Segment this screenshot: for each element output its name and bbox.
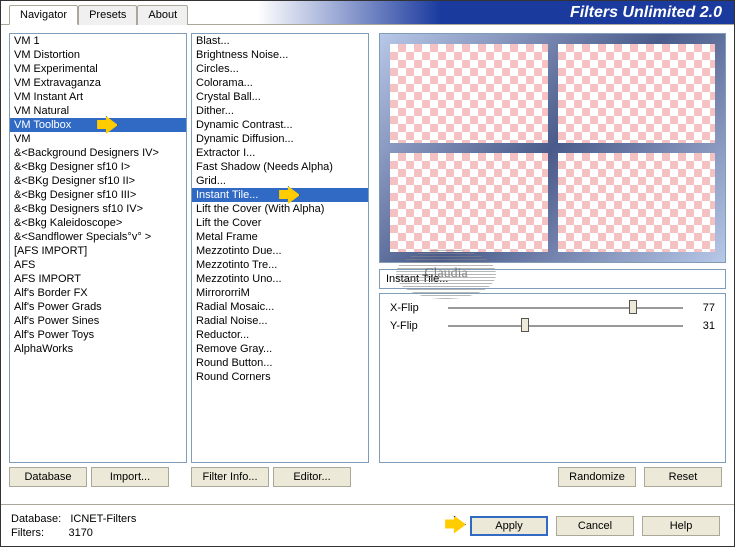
tab-navigator[interactable]: Navigator [9,5,78,25]
category-column: VM 1VM DistortionVM ExperimentalVM Extra… [9,33,187,487]
category-item[interactable]: &<Bkg Designer sf10 III> [10,188,186,202]
filter-item[interactable]: Mezzotinto Uno... [192,272,368,286]
filter-listbox[interactable]: Blast...Brightness Noise...Circles...Col… [191,33,369,463]
filter-item[interactable]: Crystal Ball... [192,90,368,104]
category-item[interactable]: [AFS IMPORT] [10,244,186,258]
database-button[interactable]: Database [9,467,87,487]
category-item[interactable]: AFS [10,258,186,272]
footer-info: Database: ICNET-Filters Filters: 3170 [11,512,444,540]
slider-row: X-Flip 77 [390,302,715,314]
category-item[interactable]: VM Natural [10,104,186,118]
preview-tile [558,153,716,252]
slider-track[interactable] [448,325,683,327]
category-item[interactable]: VM Distortion [10,48,186,62]
cancel-button[interactable]: Cancel [556,516,634,536]
category-item[interactable]: &<Sandflower Specials°v° > [10,230,186,244]
category-item[interactable]: VM Experimental [10,62,186,76]
filter-item[interactable]: Blast... [192,34,368,48]
filter-item[interactable]: Circles... [192,62,368,76]
import-button[interactable]: Import... [91,467,169,487]
randomize-button[interactable]: Randomize [558,467,636,487]
filter-item[interactable]: Remove Gray... [192,342,368,356]
slider-track[interactable] [448,307,683,309]
filter-item[interactable]: Mezzotinto Tre... [192,258,368,272]
category-item[interactable]: Alf's Power Sines [10,314,186,328]
filter-item[interactable]: Dither... [192,104,368,118]
apply-button[interactable]: Apply [470,516,548,536]
filter-item[interactable]: Lift the Cover (With Alpha) [192,202,368,216]
filter-item[interactable]: Radial Noise... [192,314,368,328]
filter-info-button[interactable]: Filter Info... [191,467,269,487]
category-item[interactable]: AFS IMPORT [10,272,186,286]
slider-value: 31 [691,320,715,332]
filter-item[interactable]: Radial Mosaic... [192,300,368,314]
category-item[interactable]: &<Bkg Designers sf10 IV> [10,202,186,216]
filter-item[interactable]: Reductor... [192,328,368,342]
preview-image [379,33,726,263]
filter-item[interactable]: Dynamic Contrast... [192,118,368,132]
filter-column: Blast...Brightness Noise...Circles...Col… [191,33,369,487]
category-item[interactable]: &<BKg Designer sf10 II> [10,174,186,188]
tabs: Navigator Presets About [9,4,188,24]
preview-tile [558,44,716,143]
category-item[interactable]: &<Bkg Kaleidoscope> [10,216,186,230]
slider-thumb[interactable] [521,318,529,332]
sliders-panel: X-Flip 77 Y-Flip 31 [379,293,726,463]
tab-about[interactable]: About [137,5,188,25]
filter-item[interactable]: Colorama... [192,76,368,90]
filter-item[interactable]: Grid... [192,174,368,188]
category-item[interactable]: AlphaWorks [10,342,186,356]
filter-item[interactable]: Fast Shadow (Needs Alpha) [192,160,368,174]
slider-value: 77 [691,302,715,314]
slider-thumb[interactable] [629,300,637,314]
editor-button[interactable]: Editor... [273,467,351,487]
filter-item[interactable]: Round Button... [192,356,368,370]
category-listbox[interactable]: VM 1VM DistortionVM ExperimentalVM Extra… [9,33,187,463]
filter-item[interactable]: Mezzotinto Due... [192,244,368,258]
slider-row: Y-Flip 31 [390,320,715,332]
filters-count-label: Filters: [11,527,44,539]
slider-label: X-Flip [390,302,440,314]
watermark: Claudia [396,249,496,299]
category-item[interactable]: Alf's Power Grads [10,300,186,314]
db-label: Database: [11,513,61,525]
header: Navigator Presets About Filters Unlimite… [1,1,734,25]
pointer-icon [444,516,466,536]
category-item[interactable]: Alf's Border FX [10,286,186,300]
filter-item[interactable]: MirrororriM [192,286,368,300]
category-item[interactable]: VM Toolbox [10,118,186,132]
main-panel: VM 1VM DistortionVM ExperimentalVM Extra… [1,25,734,495]
filter-item[interactable]: Round Corners [192,370,368,384]
app-title: Filters Unlimited 2.0 [570,4,734,24]
preview-tile [390,153,548,252]
category-item[interactable]: VM Extravaganza [10,76,186,90]
filter-item[interactable]: Metal Frame [192,230,368,244]
category-item[interactable]: &<Bkg Designer sf10 I> [10,160,186,174]
reset-button[interactable]: Reset [644,467,722,487]
help-button[interactable]: Help [642,516,720,536]
filters-count-value: 3170 [68,527,92,539]
filter-item[interactable]: Lift the Cover [192,216,368,230]
tab-presets[interactable]: Presets [78,5,137,25]
filter-item[interactable]: Extractor I... [192,146,368,160]
category-item[interactable]: Alf's Power Toys [10,328,186,342]
category-item[interactable]: VM 1 [10,34,186,48]
footer: Database: ICNET-Filters Filters: 3170 Ap… [1,504,734,546]
category-item[interactable]: &<Background Designers IV> [10,146,186,160]
category-item[interactable]: VM [10,132,186,146]
slider-label: Y-Flip [390,320,440,332]
preview-tile [390,44,548,143]
db-value: ICNET-Filters [70,513,136,525]
filter-item[interactable]: Brightness Noise... [192,48,368,62]
filter-item[interactable]: Dynamic Diffusion... [192,132,368,146]
filter-item[interactable]: Instant Tile... [192,188,368,202]
category-item[interactable]: VM Instant Art [10,90,186,104]
